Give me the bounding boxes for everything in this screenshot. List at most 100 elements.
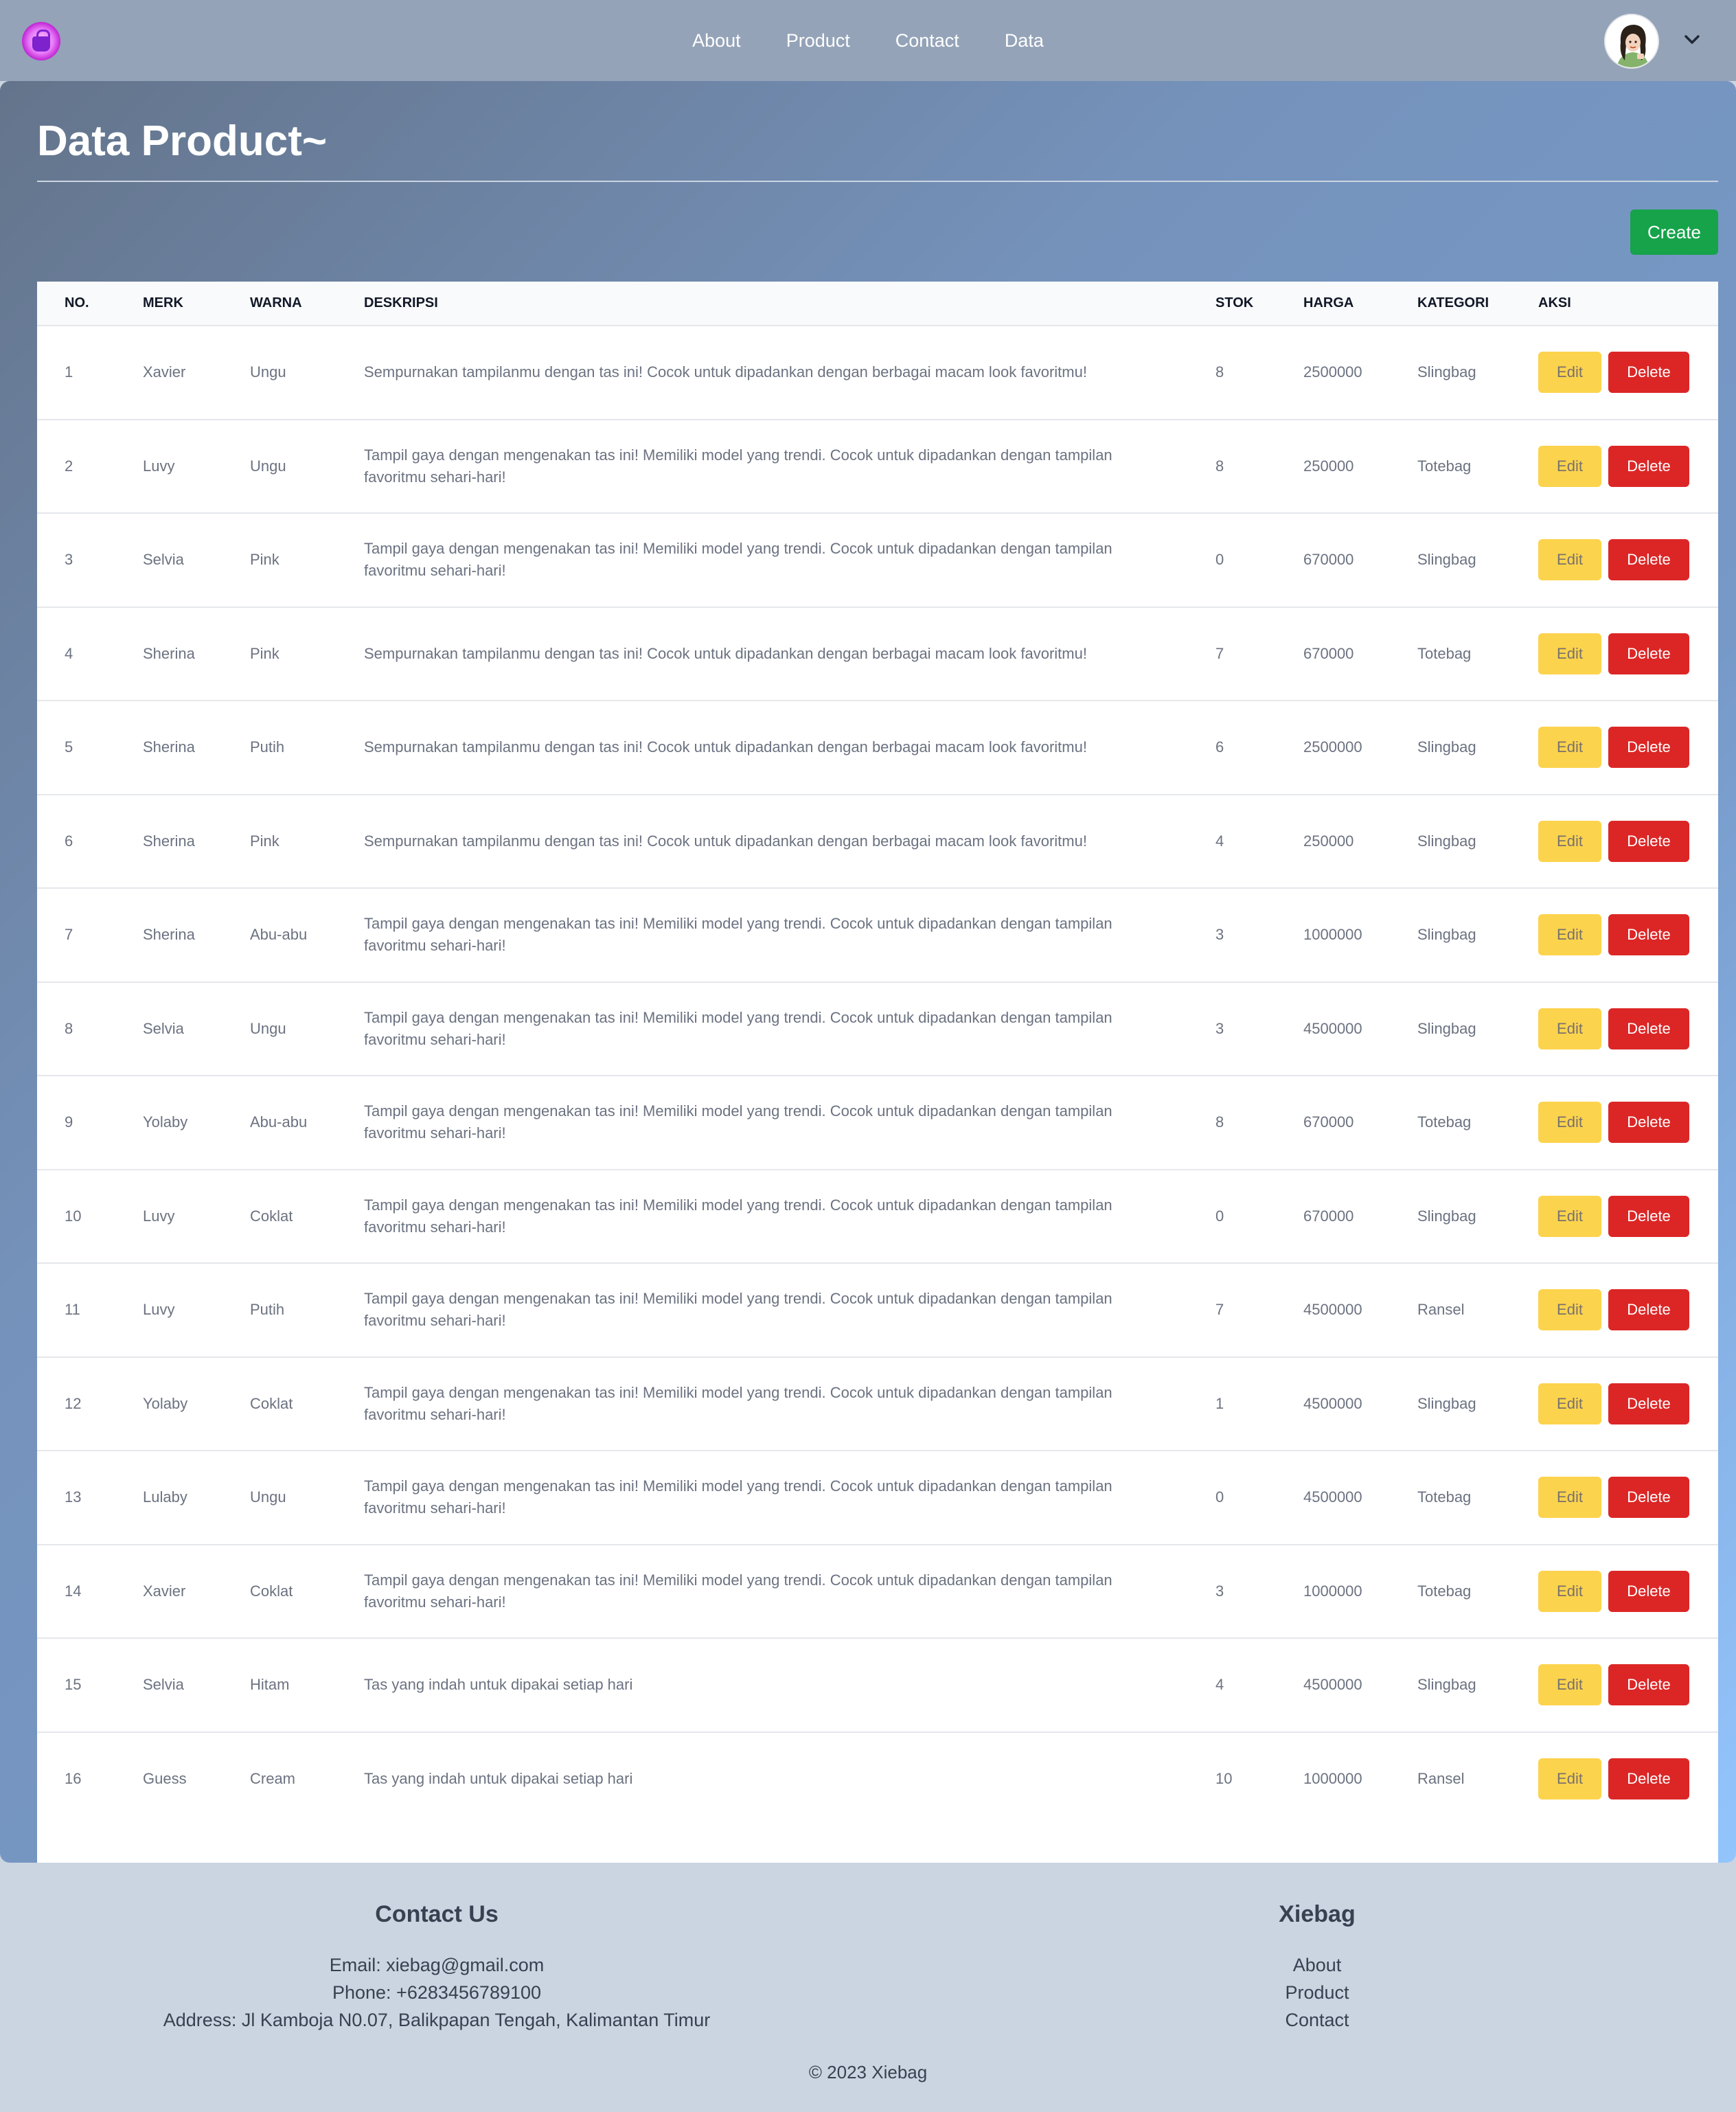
cell-warna: Coklat [250, 1394, 293, 1412]
cell-kategori: Slingbag [1417, 363, 1476, 381]
edit-button[interactable]: Edit [1538, 633, 1601, 674]
user-avatar[interactable] [1604, 14, 1659, 69]
edit-button[interactable]: Edit [1538, 1289, 1601, 1331]
table-row: 3 Selvia Pink Tampil gaya dengan mengenakan… [37, 513, 1718, 607]
product-table: No. Merk Warna Deskripsi Stok Harga Kate… [37, 282, 1718, 1907]
delete-button[interactable]: Delete [1608, 727, 1689, 769]
cell-no: 7 [65, 926, 73, 944]
cell-merk: Selvia [143, 1676, 184, 1694]
edit-button[interactable]: Edit [1538, 1570, 1601, 1612]
delete-button[interactable]: Delete [1608, 539, 1689, 581]
cell-merk: Luvy [143, 457, 175, 475]
edit-button[interactable]: Edit [1538, 1195, 1601, 1237]
cell-stok: 4 [1215, 832, 1224, 850]
delete-button[interactable]: Delete [1608, 1008, 1689, 1049]
cell-no: 10 [65, 1207, 82, 1225]
nav-about[interactable]: About [692, 30, 741, 52]
delete-button[interactable]: Delete [1608, 633, 1689, 674]
cell-harga: 670000 [1303, 551, 1354, 569]
edit-button[interactable]: Edit [1538, 352, 1601, 394]
cell-merk: Guess [143, 1770, 187, 1788]
footer-link-about[interactable]: About [1180, 1951, 1454, 1979]
cell-kategori: Slingbag [1417, 1394, 1476, 1412]
cell-merk: Selvia [143, 551, 184, 569]
table-row: 14 Xavier Coklat Tampil gaya dengan mengena… [37, 1544, 1718, 1639]
edit-button[interactable]: Edit [1538, 1477, 1601, 1519]
edit-button[interactable]: Edit [1538, 1383, 1601, 1424]
cell-aksi: Edit Delete [1511, 513, 1718, 607]
cell-warna: Coklat [250, 1582, 293, 1600]
delete-button[interactable]: Delete [1608, 352, 1689, 394]
footer-phone: Phone: +6283456789100 [332, 1982, 542, 2003]
edit-button[interactable]: Edit [1538, 539, 1601, 581]
cell-deskripsi: Tampil gaya dengan mengenakan tas ini! M… [364, 1477, 1112, 1517]
cell-no: 9 [65, 1113, 73, 1131]
delete-button[interactable]: Delete [1608, 1383, 1689, 1424]
cell-aksi: Edit Delete [1511, 607, 1718, 701]
cell-no: 11 [65, 1301, 80, 1319]
nav-contact[interactable]: Contact [895, 30, 959, 52]
cell-kategori: Slingbag [1417, 551, 1476, 569]
delete-button[interactable]: Delete [1608, 1102, 1689, 1144]
footer: Contact Us Email: xiebag@gmail.com Phone… [0, 1863, 1736, 2112]
cell-no: 16 [65, 1770, 82, 1788]
table-row: 12 Yolaby Coklat Tampil gaya dengan mengena… [37, 1356, 1718, 1451]
delete-button[interactable]: Delete [1608, 1289, 1689, 1331]
cell-merk: Luvy [143, 1301, 175, 1319]
delete-button[interactable]: Delete [1608, 914, 1689, 956]
edit-button[interactable]: Edit [1538, 1102, 1601, 1144]
delete-button[interactable]: Delete [1608, 820, 1689, 862]
navbar: About Product Contact Data [0, 0, 1736, 81]
delete-button[interactable]: Delete [1608, 1758, 1689, 1800]
create-button[interactable]: Create [1630, 209, 1718, 255]
cell-harga: 4500000 [1303, 1019, 1362, 1037]
footer-link-product[interactable]: Product [1180, 1979, 1454, 2006]
edit-button[interactable]: Edit [1538, 914, 1601, 956]
cell-merk: Xavier [143, 1582, 186, 1600]
cell-deskripsi: Sempurnakan tampilanmu dengan tas ini! C… [364, 363, 1087, 381]
edit-button[interactable]: Edit [1538, 1758, 1601, 1800]
cell-deskripsi: Sempurnakan tampilanmu dengan tas ini! C… [364, 832, 1087, 850]
cell-harga: 1000000 [1303, 1582, 1362, 1600]
cell-warna: Pink [250, 644, 279, 662]
delete-button[interactable]: Delete [1608, 445, 1689, 487]
cell-warna: Ungu [250, 363, 286, 381]
cell-no: 4 [65, 644, 73, 662]
nav-data[interactable]: Data [1005, 30, 1044, 52]
cell-stok: 4 [1215, 1676, 1224, 1694]
cell-kategori: Totebag [1417, 644, 1472, 662]
cell-kategori: Slingbag [1417, 926, 1476, 944]
cell-stok: 0 [1215, 1488, 1224, 1506]
edit-button[interactable]: Edit [1538, 1008, 1601, 1049]
cell-aksi: Edit Delete [1511, 1732, 1718, 1826]
cell-harga: 670000 [1303, 1207, 1354, 1225]
table-row: 6 Sherina Pink Sempurnakan tampilanmu denga… [37, 794, 1718, 889]
edit-button[interactable]: Edit [1538, 445, 1601, 487]
delete-button[interactable]: Delete [1608, 1570, 1689, 1612]
header-merk: Merk [143, 295, 183, 310]
cell-warna: Hitam [250, 1676, 290, 1694]
cell-warna: Coklat [250, 1207, 293, 1225]
chevron-down-icon[interactable] [1682, 30, 1702, 49]
edit-button[interactable]: Edit [1538, 820, 1601, 862]
edit-button[interactable]: Edit [1538, 1664, 1601, 1706]
cell-deskripsi: Sempurnakan tampilanmu dengan tas ini! C… [364, 644, 1087, 662]
delete-button[interactable]: Delete [1608, 1195, 1689, 1237]
table-row: 5 Sherina Putih Sempurnakan tampilanmu deng… [37, 701, 1718, 795]
copyright: © 2023 Xiebag [808, 2062, 928, 2082]
footer-contact-title: Contact Us [375, 1901, 499, 1927]
delete-button[interactable]: Delete [1608, 1664, 1689, 1706]
footer-link-contact[interactable]: Contact [1180, 2006, 1454, 2034]
cell-warna: Cream [250, 1770, 296, 1788]
cell-aksi: Edit Delete [1511, 1545, 1718, 1639]
header-harga: Harga [1303, 295, 1354, 310]
cell-aksi: Edit Delete [1511, 420, 1718, 514]
delete-button[interactable]: Delete [1608, 1477, 1689, 1519]
edit-button[interactable]: Edit [1538, 727, 1601, 769]
cell-aksi: Edit Delete [1511, 1170, 1718, 1264]
cell-warna: Pink [250, 832, 279, 850]
cell-stok: 0 [1215, 1207, 1224, 1225]
cell-no: 3 [65, 551, 73, 569]
cell-merk: Xavier [143, 363, 186, 381]
nav-product[interactable]: Product [786, 30, 850, 52]
